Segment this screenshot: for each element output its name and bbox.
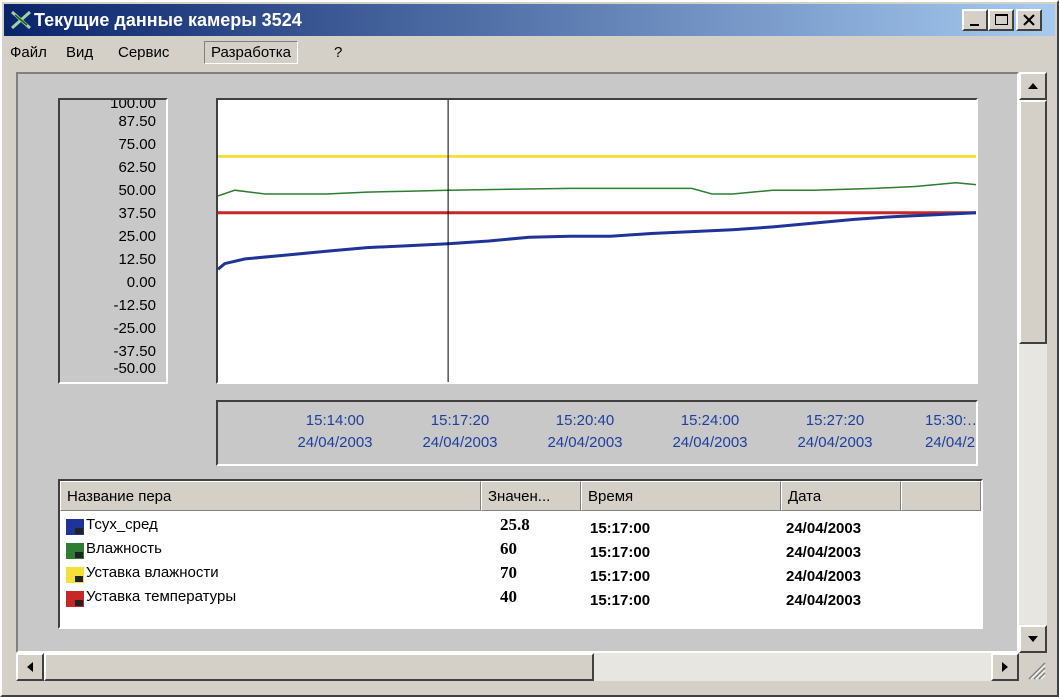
minimize-icon — [970, 24, 979, 26]
legend-row[interactable]: Уставка температуры 40 15:17:00 24/04/20… — [60, 587, 981, 611]
legend-row[interactable]: Тсух_сред 25.8 15:17:00 24/04/2003 — [60, 515, 981, 539]
window-title: Текущие данные камеры 3524 — [34, 10, 302, 30]
pen-date: 24/04/2003 — [786, 568, 862, 585]
app-icon — [10, 10, 32, 30]
pen-color-swatch — [66, 543, 84, 559]
scroll-right-button[interactable] — [991, 653, 1019, 681]
y-tick-label: 25.00 — [118, 228, 156, 245]
y-tick-label: 0.00 — [126, 274, 156, 291]
x-tick-label: 15:17:20 24/04/2003 — [422, 412, 498, 451]
pen-color-swatch — [66, 519, 84, 535]
pen-value: 25.8 — [500, 515, 530, 534]
arrow-right-icon — [1002, 662, 1008, 672]
horizontal-scrollbar[interactable] — [16, 653, 1019, 681]
y-tick-label: -37.50 — [113, 343, 156, 360]
y-tick-label: 62.50 — [118, 159, 156, 176]
column-header-pen-name[interactable]: Название пера — [60, 481, 481, 511]
y-tick-label: 37.50 — [118, 205, 156, 222]
y-tick-label: -50.00 — [113, 360, 156, 377]
pen-name: Влажность — [86, 540, 162, 557]
vertical-scroll-thumb[interactable] — [1019, 100, 1047, 344]
horizontal-scroll-thumb[interactable] — [44, 653, 594, 681]
pen-time: 15:17:00 — [590, 520, 651, 537]
pen-date: 24/04/2003 — [786, 520, 862, 537]
minimize-button[interactable] — [962, 9, 988, 31]
series-line-tsux — [218, 211, 976, 271]
y-tick-label: 50.00 — [118, 182, 156, 199]
close-button[interactable] — [1016, 9, 1042, 31]
pen-color-swatch — [66, 591, 84, 607]
arrow-left-icon — [27, 662, 33, 672]
pen-date: 24/04/2003 — [786, 592, 862, 609]
y-tick-label: 100.00 — [110, 98, 156, 112]
series-line-humidity — [218, 181, 976, 197]
x-tick-label: 15:24:00 24/04/2003 — [672, 412, 748, 451]
legend-row[interactable]: Уставка влажности 70 15:17:00 24/04/2003 — [60, 563, 981, 587]
trend-plot-canvas — [218, 100, 976, 382]
legend-row[interactable]: Влажность 60 15:17:00 24/04/2003 — [60, 539, 981, 563]
x-tick-label: 15:30:…24/04/2… — [925, 412, 978, 451]
menu-development[interactable]: Разработка — [204, 41, 298, 64]
arrow-down-icon — [1028, 636, 1038, 642]
pen-value: 60 — [500, 539, 517, 558]
menu-help[interactable]: ? — [334, 44, 342, 61]
resize-grip-icon — [1028, 662, 1046, 680]
x-tick-label: 15:20:40 24/04/2003 — [547, 412, 623, 451]
scroll-up-button[interactable] — [1019, 72, 1047, 100]
pen-value: 70 — [500, 563, 517, 582]
maximize-icon — [995, 14, 1008, 25]
arrow-up-icon — [1028, 83, 1038, 89]
pen-time: 15:17:00 — [590, 592, 651, 609]
y-tick-label: -12.50 — [113, 297, 156, 314]
pen-value: 40 — [500, 587, 517, 606]
trend-plot[interactable] — [216, 98, 978, 384]
x-axis-labels: 15:14:00 24/04/2003 15:17:20 24/04/2003 15… — [216, 400, 978, 466]
menu-bar: Файл Вид Сервис Разработка ? — [4, 38, 1055, 68]
pen-time: 15:17:00 — [590, 544, 651, 561]
column-header-value[interactable]: Значен... — [481, 481, 581, 511]
pen-time: 15:17:00 — [590, 568, 651, 585]
x-tick-label: 15:27:20 24/04/2003 — [797, 412, 873, 451]
menu-service[interactable]: Сервис — [118, 44, 169, 61]
trend-area: 100.00 87.50 75.00 62.50 50.00 37.50 25.… — [16, 72, 1019, 653]
maximize-button[interactable] — [988, 9, 1014, 31]
y-tick-label: -25.00 — [113, 320, 156, 337]
column-header-date[interactable]: Дата — [781, 481, 901, 511]
pen-name: Уставка влажности — [86, 564, 219, 581]
pen-date: 24/04/2003 — [786, 544, 862, 561]
vertical-scrollbar[interactable] — [1019, 72, 1047, 653]
column-header-empty — [901, 481, 981, 511]
pen-name: Тсух_сред — [86, 516, 158, 533]
pen-legend-table: Название пера Значен... Время Дата Тсух_… — [58, 479, 983, 629]
trend-window: Текущие данные камеры 3524 Файл Вид Серв… — [0, 0, 1059, 697]
pen-color-swatch — [66, 567, 84, 583]
menu-file[interactable]: Файл — [10, 44, 47, 61]
x-tick-label: 15:14:00 24/04/2003 — [297, 412, 373, 451]
close-icon — [1022, 13, 1036, 32]
y-tick-label: 12.50 — [118, 251, 156, 268]
scroll-left-button[interactable] — [16, 653, 44, 681]
scroll-down-button[interactable] — [1019, 625, 1047, 653]
column-header-time[interactable]: Время — [581, 481, 781, 511]
y-axis-labels: 100.00 87.50 75.00 62.50 50.00 37.50 25.… — [58, 98, 168, 384]
y-tick-label: 75.00 — [118, 136, 156, 153]
title-bar[interactable]: Текущие данные камеры 3524 — [4, 4, 1055, 36]
y-tick-label: 87.50 — [118, 113, 156, 130]
resize-grip[interactable] — [1019, 653, 1047, 681]
pen-name: Уставка температуры — [86, 588, 237, 605]
menu-view[interactable]: Вид — [66, 44, 93, 61]
